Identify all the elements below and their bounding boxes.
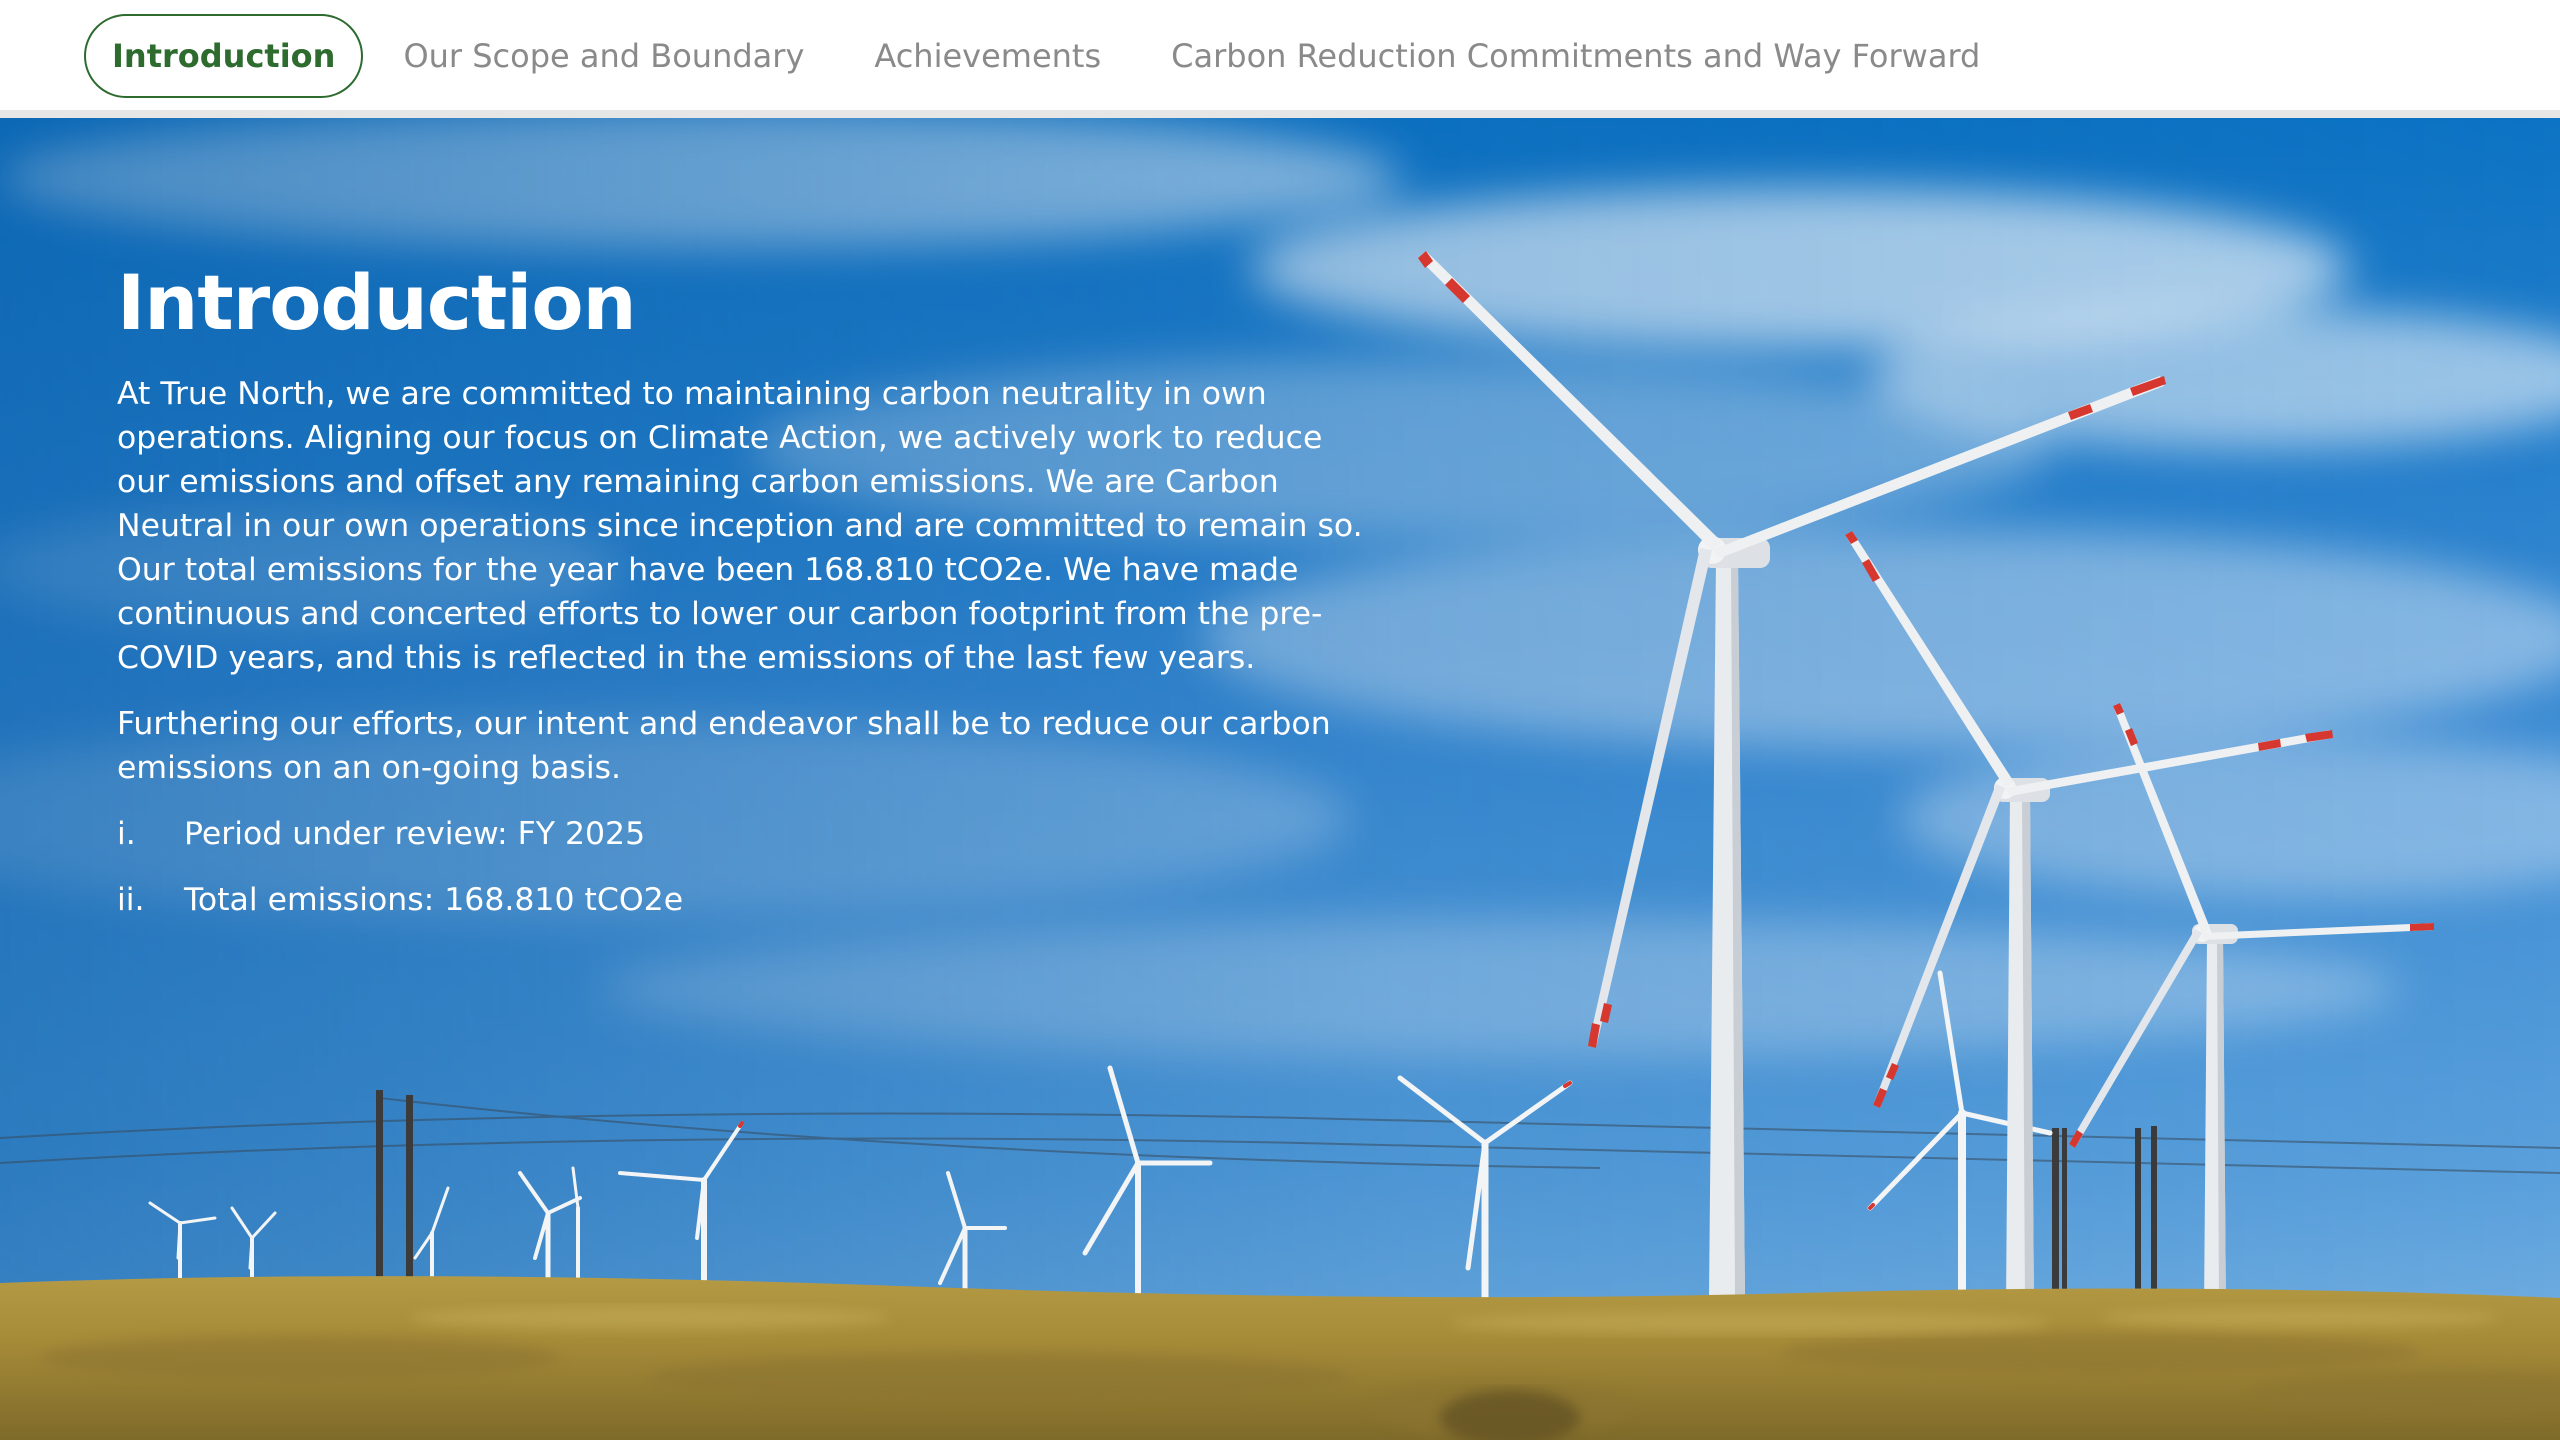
- intro-hero: Introduction At True North, we are commi…: [0, 118, 2560, 1440]
- period-under-review: Period under review: FY 2025: [184, 816, 646, 852]
- list-marker: ii.: [117, 882, 145, 918]
- list-item: ii. Total emissions: 168.810 tCO2e: [117, 878, 1367, 922]
- tab-carbon-reduction-commitments[interactable]: Carbon Reduction Commitments and Way For…: [1141, 14, 2010, 98]
- intro-content: Introduction At True North, we are commi…: [117, 258, 1367, 944]
- list-item: i. Period under review: FY 2025: [117, 812, 1367, 856]
- intro-paragraph-2: Furthering our efforts, our intent and e…: [117, 706, 1331, 786]
- nav-tab-list: Introduction Our Scope and Boundary Achi…: [84, 14, 2020, 98]
- list-marker: i.: [117, 816, 136, 852]
- section-nav: Introduction Our Scope and Boundary Achi…: [0, 0, 2560, 118]
- intro-heading: Introduction: [117, 258, 637, 347]
- tab-scope-and-boundary[interactable]: Our Scope and Boundary: [373, 14, 834, 98]
- tab-achievements[interactable]: Achievements: [844, 14, 1131, 98]
- intro-facts-list: i. Period under review: FY 2025 ii. Tota…: [117, 812, 1367, 922]
- total-emissions: Total emissions: 168.810 tCO2e: [184, 882, 684, 918]
- tab-introduction[interactable]: Introduction: [84, 14, 364, 98]
- intro-paragraph-1: At True North, we are committed to maint…: [117, 376, 1363, 676]
